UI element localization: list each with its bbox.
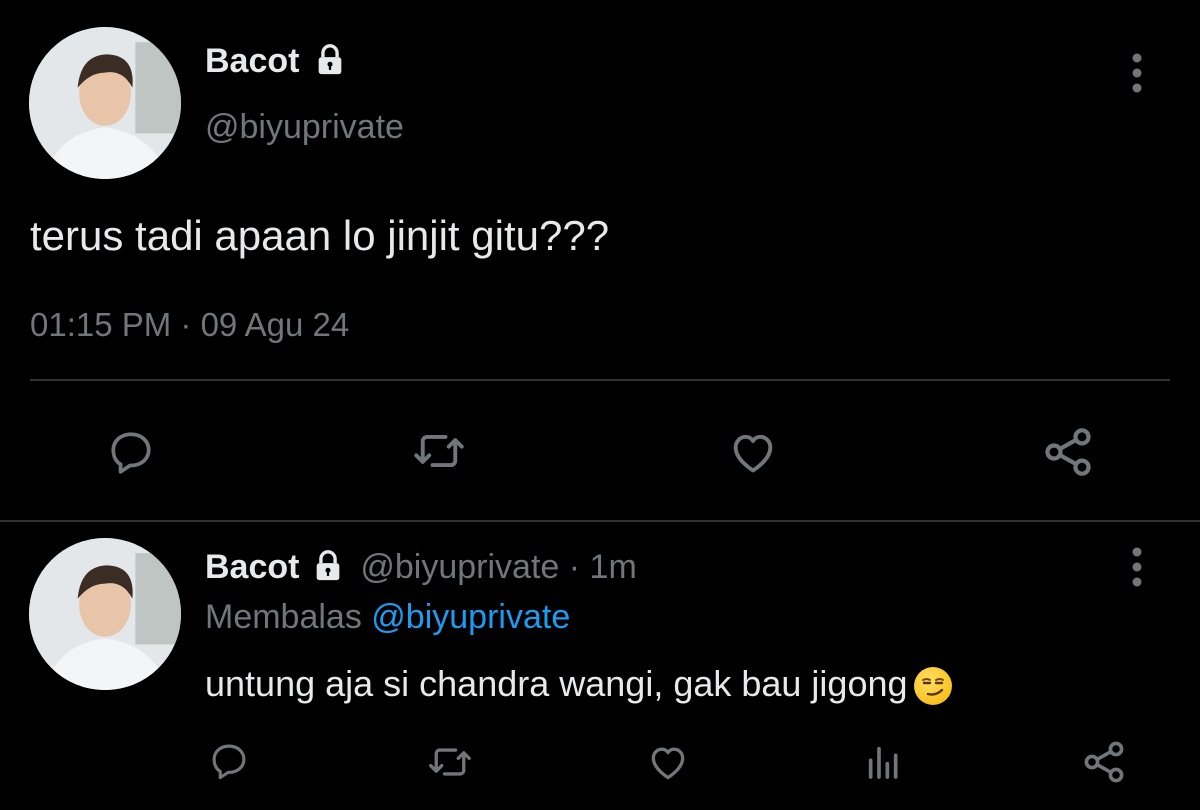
reply-text: untung aja si chandra wangi, gak bau jig… (205, 663, 908, 704)
display-name-text: Bacot (205, 42, 300, 80)
separator: · (568, 548, 581, 586)
divider (30, 379, 1170, 381)
share-icon[interactable] (1040, 424, 1096, 480)
share-icon[interactable] (1080, 738, 1128, 786)
section-divider (0, 520, 1200, 522)
smirking-face-icon (913, 667, 952, 706)
reply-time-ago[interactable]: 1m (590, 548, 637, 586)
replying-label: Membalas (205, 598, 362, 636)
reply-text-line: untung aja si chandra wangi, gak bau jig… (205, 662, 952, 706)
reply-more-options-icon[interactable] (1127, 546, 1147, 588)
lock-icon (311, 549, 345, 583)
like-icon[interactable] (725, 426, 781, 478)
reply-header: Bacot @biyuprivate · 1m (205, 547, 637, 587)
retweet-icon[interactable] (411, 425, 467, 477)
reply-icon[interactable] (207, 740, 251, 782)
reply-handle[interactable]: @biyuprivate (360, 548, 559, 586)
avatar[interactable] (29, 27, 181, 179)
display-name[interactable]: Bacot (205, 42, 347, 80)
like-icon[interactable] (645, 740, 691, 784)
tweet-text: terus tadi apaan lo jinjit gitu??? (30, 212, 610, 259)
replying-to-line: Membalas @biyuprivate (205, 597, 570, 637)
more-options-icon[interactable] (1127, 52, 1147, 94)
reply-avatar[interactable] (29, 538, 181, 690)
analytics-icon[interactable] (864, 742, 904, 782)
replying-to-handle[interactable]: @biyuprivate (371, 598, 570, 636)
reply-display-name[interactable]: Bacot (205, 548, 299, 586)
retweet-icon[interactable] (427, 740, 473, 784)
reply-icon[interactable] (105, 427, 157, 477)
timestamp[interactable]: 01:15 PM · 09 Agu 24 (30, 306, 349, 344)
handle[interactable]: @biyuprivate (205, 108, 404, 146)
lock-icon (313, 43, 347, 77)
